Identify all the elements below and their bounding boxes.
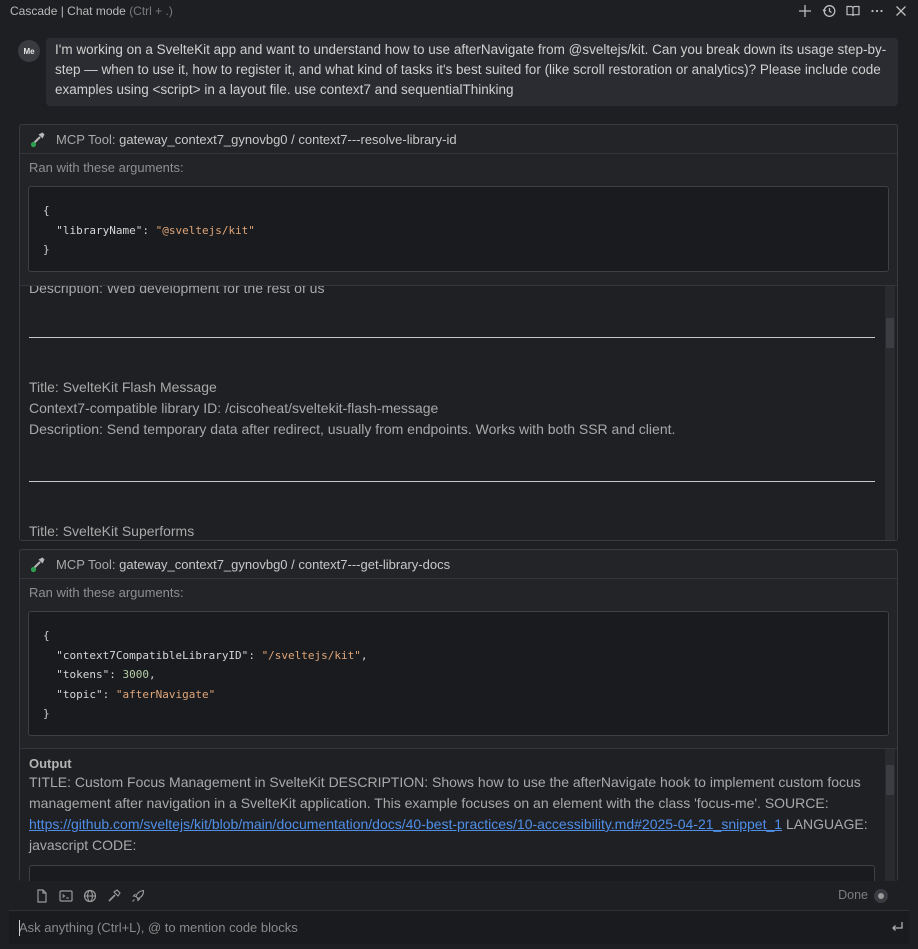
history-icon[interactable] (820, 1, 838, 21)
bottom-toolbar: Done (30, 882, 896, 910)
arguments-code-block: { "context7CompatibleLibraryID": "/svelt… (28, 611, 889, 736)
book-icon[interactable] (844, 1, 862, 21)
entry-description: Description: Send temporary data after r… (29, 421, 676, 437)
hammer-icon (28, 554, 48, 574)
output-line: Description: Web development for the res… (29, 285, 325, 296)
divider (29, 481, 875, 482)
status-indicator[interactable] (874, 889, 888, 903)
text-caret (19, 920, 20, 936)
plus-icon[interactable] (796, 1, 814, 21)
title-actions (796, 1, 910, 21)
scrollbar-thumb[interactable] (886, 318, 894, 348)
arguments-code-block: { "libraryName": "@sveltejs/kit" } (28, 186, 889, 272)
tool-name: gateway_context7_gynovbg0 / context7---g… (119, 556, 451, 572)
terminal-icon[interactable] (54, 884, 78, 908)
tool-output[interactable]: Description: Web development for the res… (20, 285, 897, 540)
mcp-tool-panel-docs: MCP Tool: gateway_context7_gynovbg0 / co… (19, 549, 898, 881)
user-message: I'm working on a SvelteKit app and want … (46, 38, 898, 106)
output-label: Output (29, 756, 72, 771)
hammer-icon[interactable] (102, 884, 126, 908)
file-icon[interactable] (30, 884, 54, 908)
output-body: TITLE: Custom Focus Management in Svelte… (29, 774, 868, 853)
done-label: Done (838, 888, 868, 902)
ran-with-label: Ran with these arguments: (29, 160, 184, 175)
rocket-icon[interactable] (126, 884, 150, 908)
entry-library-id: Context7-compatible library ID: /ciscohe… (29, 400, 439, 416)
chat-input-bar (9, 910, 909, 944)
tool-header[interactable]: MCP Tool: gateway_context7_gynovbg0 / co… (20, 125, 897, 154)
divider (29, 337, 875, 338)
tool-output[interactable]: Output TITLE: Custom Focus Management in… (20, 748, 897, 881)
window-title: Cascade | Chat mode (Ctrl + .) (10, 4, 173, 18)
mcp-tool-panel-resolve: MCP Tool: gateway_context7_gynovbg0 / co… (19, 124, 898, 541)
scrollbar-thumb[interactable] (886, 765, 894, 795)
source-link[interactable]: https://github.com/sveltejs/kit/blob/mai… (29, 816, 782, 832)
tool-prefix: MCP Tool: (56, 131, 116, 147)
close-icon[interactable] (892, 1, 910, 21)
globe-icon[interactable] (78, 884, 102, 908)
ran-with-label: Ran with these arguments: (29, 585, 184, 600)
avatar: Me (18, 40, 40, 62)
code-snippet-block (29, 865, 875, 881)
entry-title: Title: SvelteKit Superforms (29, 523, 195, 539)
hammer-icon (28, 129, 48, 149)
more-icon[interactable] (868, 1, 886, 21)
tool-header[interactable]: MCP Tool: gateway_context7_gynovbg0 / co… (20, 550, 897, 579)
chat-input[interactable] (19, 920, 859, 935)
enter-icon[interactable] (889, 919, 905, 935)
title-bar: Cascade | Chat mode (Ctrl + .) (0, 0, 918, 22)
entry-title: Title: SvelteKit Flash Message (29, 379, 217, 395)
tool-prefix: MCP Tool: (56, 556, 116, 572)
tool-name: gateway_context7_gynovbg0 / context7---r… (119, 131, 457, 147)
